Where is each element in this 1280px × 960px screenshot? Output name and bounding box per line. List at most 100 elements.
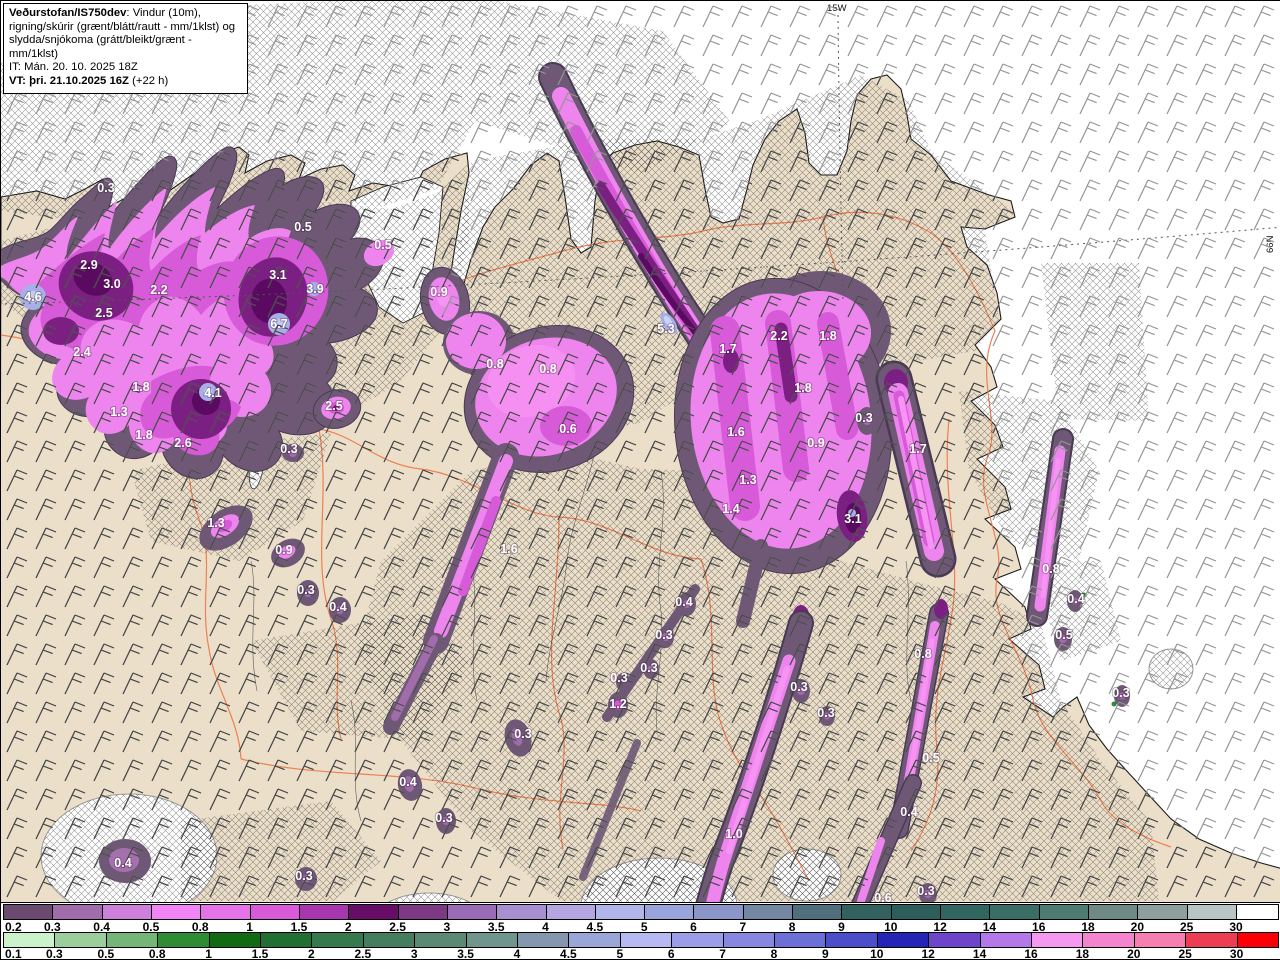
precip-value-label: 3.1 — [844, 512, 861, 526]
colorbar-cell — [1082, 932, 1135, 948]
precip-value-label: 2.9 — [80, 258, 97, 272]
colorbar-cell — [362, 932, 416, 948]
precip-value-label: 0.3 — [295, 869, 312, 883]
colorbar-cell — [249, 904, 300, 920]
colorbar-cell — [693, 904, 744, 920]
colorbar-tick-label: 9 — [822, 947, 829, 960]
colorbar-cell — [208, 932, 261, 948]
precip-value-label: 0.9 — [275, 543, 292, 557]
precip-value-label: 1.3 — [110, 405, 127, 419]
colorbar-cell — [414, 932, 467, 948]
colorbar-cell — [989, 904, 1040, 920]
colorbar-cell — [742, 904, 794, 920]
precip-value-label: 2.2 — [150, 283, 167, 297]
precip-value-label: 0.9 — [430, 285, 447, 299]
title-line: Veðurstofan/IS750dev: Vindur (10m), — [9, 7, 201, 19]
precip-value-label: 1.3 — [207, 516, 224, 530]
colorbar-tick-label: 0.5 — [97, 947, 115, 960]
colorbar-cell — [157, 932, 210, 948]
precip-value-label: 0.8 — [539, 362, 556, 376]
colorbar-tick-label: 30 — [1229, 947, 1244, 960]
precip-value-label: 0.3 — [610, 671, 627, 685]
colorbar-tick-label: 2 — [308, 947, 315, 960]
colorbar-cell — [1236, 932, 1279, 948]
colorbar-cell — [54, 932, 107, 948]
colorbar-cell — [1186, 904, 1237, 920]
precip-value-label: 5.3 — [657, 322, 674, 336]
precip-value-label: 0.4 — [399, 775, 416, 789]
weather-chart: 15W 66N 0.30.50.52.93.13.02.23.90.94.62.… — [0, 0, 1280, 960]
colorbar-cell — [311, 932, 364, 948]
precip-value-label: 0.3 — [855, 411, 872, 425]
precip-value-label: 1.6 — [727, 425, 744, 439]
precip-value-label: 3.1 — [269, 268, 286, 282]
precip-value-label: 4.1 — [204, 386, 221, 400]
colorbar-tick-label: 0.8 — [148, 947, 166, 960]
precip-value-label: 0.3 — [655, 628, 672, 642]
precip-value-label: 0.6 — [559, 422, 576, 436]
colorbar-tick-label: 12 — [921, 947, 935, 960]
precip-value-label: 0.3 — [435, 811, 452, 825]
precip-colorbars: 0.2 0.3 0.4 0.5 0.8 1 1.5 2 2.5 3 3.5 4 4.5 5 6 7 8 9 10 12… — [1, 902, 1280, 960]
precip-value-label: 0.3 — [817, 706, 834, 720]
colorbar-cell — [298, 904, 350, 920]
precip-value-label: 4.6 — [24, 290, 41, 304]
colorbar-cell — [722, 932, 775, 948]
precip-value-label: 0.4 — [329, 600, 346, 614]
colorbar-cell — [1031, 932, 1084, 948]
colorbar-cell — [545, 904, 596, 920]
legend-line-rain: rigning/skúrir (grænt/blátt/rautt - mm/1… — [9, 20, 236, 33]
colorbar-cell — [517, 932, 570, 948]
precip-value-label: 2.5 — [325, 399, 342, 413]
precip-value-label: 0.3 — [297, 583, 314, 597]
colorbar-cell — [260, 932, 313, 948]
precip-value-label: 1.8 — [132, 380, 149, 394]
colorbar-cell — [890, 904, 942, 920]
precip-value-label: 1.6 — [500, 542, 517, 556]
precip-value-label: 0.6 — [874, 891, 891, 902]
colorbar-cell — [1236, 904, 1279, 920]
product-name: Veðurstofan/IS750dev — [9, 7, 127, 19]
colorbar-cell — [1133, 932, 1187, 948]
precip-value-label: 1.8 — [819, 329, 836, 343]
colorbar-tick-label: 8 — [770, 947, 778, 960]
precip-value-label: 1.4 — [722, 502, 739, 516]
colorbar-tick-label: 0.1 — [5, 947, 22, 960]
precip-value-label: 0.3 — [280, 442, 297, 456]
colorbar-cell — [594, 904, 646, 920]
colorbar-tick-label: 18 — [1075, 947, 1090, 960]
colorbar-cell — [876, 932, 930, 948]
colorbar-cell — [348, 904, 399, 920]
colorbar-cell — [3, 932, 56, 948]
colorbar-cell — [496, 904, 547, 920]
colorbar-tick-label: 2.5 — [354, 947, 372, 960]
colorbar-tick-label: 7 — [719, 947, 726, 960]
precip-value-label: 0.4 — [900, 805, 917, 819]
precip-value-label: 0.4 — [114, 856, 131, 870]
precip-value-label: 0.3 — [97, 181, 114, 195]
colorbar-tick-label: 4.5 — [560, 947, 577, 960]
valid-time: VT: þri. 21.10.2025 16Z (+22 h) — [9, 74, 169, 87]
precip-value-label: 2.6 — [174, 436, 191, 450]
colorbar-tick-label: 10 — [870, 947, 884, 960]
precip-value-label: 1.0 — [725, 827, 742, 841]
colorbar-cell — [465, 932, 518, 948]
precip-value-label: 6.7 — [270, 317, 287, 331]
precip-value-label: 0.4 — [1067, 592, 1084, 606]
colorbar-tick-label: 6 — [667, 947, 675, 960]
precip-value-label: 0.3 — [917, 884, 934, 898]
colorbar-cell — [1088, 904, 1139, 920]
precip-value-label: 3.9 — [306, 282, 323, 296]
colorbar-tick-label: 20 — [1127, 947, 1141, 960]
colorbar-cell — [52, 904, 103, 920]
precip-value-label: 0.5 — [922, 751, 939, 765]
precip-value-label: 0.5 — [1055, 628, 1072, 642]
colorbar-cell — [792, 904, 843, 920]
precip-value-label: 0.3 — [640, 661, 657, 675]
colorbar-cell — [825, 932, 878, 948]
colorbar-cell — [101, 904, 152, 920]
colorbar-cell — [150, 904, 202, 920]
precip-value-label: 3.0 — [103, 277, 120, 291]
precip-value-label: 2.2 — [770, 329, 787, 343]
precip-value-label: 1.8 — [794, 381, 811, 395]
